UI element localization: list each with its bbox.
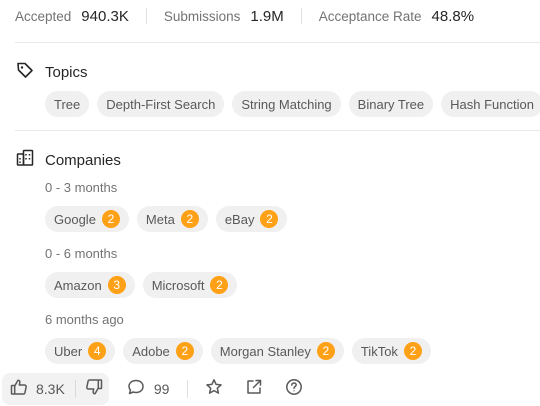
company-tags: Amazon 3 Microsoft 2 — [45, 272, 245, 298]
company-tag[interactable]: Amazon 3 — [45, 272, 135, 298]
action-bar: 8.3K 99 — [0, 372, 540, 406]
companies-title: Companies — [45, 151, 121, 169]
count-badge: 4 — [88, 342, 107, 360]
like-count: 8.3K — [36, 381, 65, 397]
favorite-button[interactable] — [205, 378, 223, 401]
comment-count: 99 — [153, 381, 170, 397]
company-name: Meta — [145, 211, 175, 227]
stat-value: 1.9M — [250, 7, 284, 25]
count-badge: 2 — [403, 342, 422, 360]
topic-tag[interactable]: Depth-First Search — [97, 91, 225, 117]
count-badge: 2 — [101, 210, 120, 228]
company-tags: Uber 4 Adobe 2 Morgan Stanley 2 TikTok 2 — [45, 338, 439, 364]
company-tag[interactable]: Meta 2 — [136, 206, 208, 232]
topic-tag[interactable]: Tree — [45, 91, 90, 117]
stat-label: Submissions — [163, 8, 241, 24]
count-badge: 2 — [180, 210, 199, 228]
period-label: 0 - 3 months — [45, 180, 118, 195]
period-label: 6 months ago — [45, 312, 124, 327]
topics-header[interactable]: Topics — [15, 60, 88, 84]
stats-bar: Accepted 940.3K Submissions 1.9M Accepta… — [0, 0, 540, 32]
company-tag[interactable]: eBay 2 — [215, 206, 288, 232]
like-button[interactable]: 8.3K — [10, 378, 65, 401]
building-icon — [15, 148, 45, 172]
topic-tag[interactable]: Hash Function — [441, 91, 540, 117]
count-badge: 2 — [316, 342, 335, 360]
section-divider — [15, 130, 540, 131]
company-tag[interactable]: Morgan Stanley 2 — [210, 338, 344, 364]
company-name: Microsoft — [151, 277, 205, 293]
stat-submissions: Submissions 1.9M — [164, 8, 284, 25]
company-tag[interactable]: Adobe 2 — [123, 338, 203, 364]
stat-divider — [300, 8, 302, 24]
topics-title: Topics — [45, 63, 88, 81]
stat-accepted: Accepted 940.3K — [15, 8, 129, 25]
company-name: Morgan Stanley — [219, 343, 311, 359]
share-button[interactable] — [245, 378, 263, 401]
action-divider — [187, 380, 189, 398]
stat-label: Acceptance Rate — [318, 8, 422, 24]
count-badge: 2 — [175, 342, 194, 360]
topic-tags: Tree Depth-First Search String Matching … — [45, 91, 540, 117]
company-name: Adobe — [132, 343, 170, 359]
share-icon — [245, 378, 263, 401]
companies-header[interactable]: Companies — [15, 148, 121, 172]
company-tag[interactable]: Uber 4 — [45, 338, 116, 364]
help-icon — [285, 378, 303, 401]
thumbs-up-icon — [10, 378, 28, 401]
company-tag[interactable]: Google 2 — [45, 206, 129, 232]
count-badge: 2 — [210, 276, 229, 294]
section-divider — [15, 42, 540, 43]
star-icon — [205, 378, 223, 401]
count-badge: 2 — [260, 210, 279, 228]
company-name: Amazon — [54, 277, 102, 293]
vote-group: 8.3K — [2, 373, 109, 405]
stat-label: Accepted — [15, 8, 72, 24]
company-tags: Google 2 Meta 2 eBay 2 — [45, 206, 295, 232]
topic-tag[interactable]: Binary Tree — [348, 91, 434, 117]
stat-value: 48.8% — [431, 7, 475, 25]
tag-icon — [15, 60, 45, 84]
company-name: Google — [54, 211, 96, 227]
company-tag[interactable]: Microsoft 2 — [142, 272, 238, 298]
company-name: Uber — [54, 343, 83, 359]
vote-divider — [74, 380, 76, 398]
dislike-button[interactable] — [85, 378, 103, 401]
topic-tag[interactable]: String Matching — [232, 91, 341, 117]
company-name: TikTok — [360, 343, 398, 359]
comment-icon — [127, 378, 145, 401]
stat-value: 940.3K — [81, 7, 129, 25]
help-button[interactable] — [285, 378, 303, 401]
stat-divider — [145, 8, 147, 24]
company-name: eBay — [224, 211, 255, 227]
count-badge: 3 — [107, 276, 126, 294]
period-label: 0 - 6 months — [45, 246, 118, 261]
company-tag[interactable]: TikTok 2 — [351, 338, 431, 364]
thumbs-down-icon — [85, 378, 103, 401]
comments-button[interactable]: 99 — [127, 378, 170, 401]
stat-acceptance-rate: Acceptance Rate 48.8% — [319, 8, 474, 25]
